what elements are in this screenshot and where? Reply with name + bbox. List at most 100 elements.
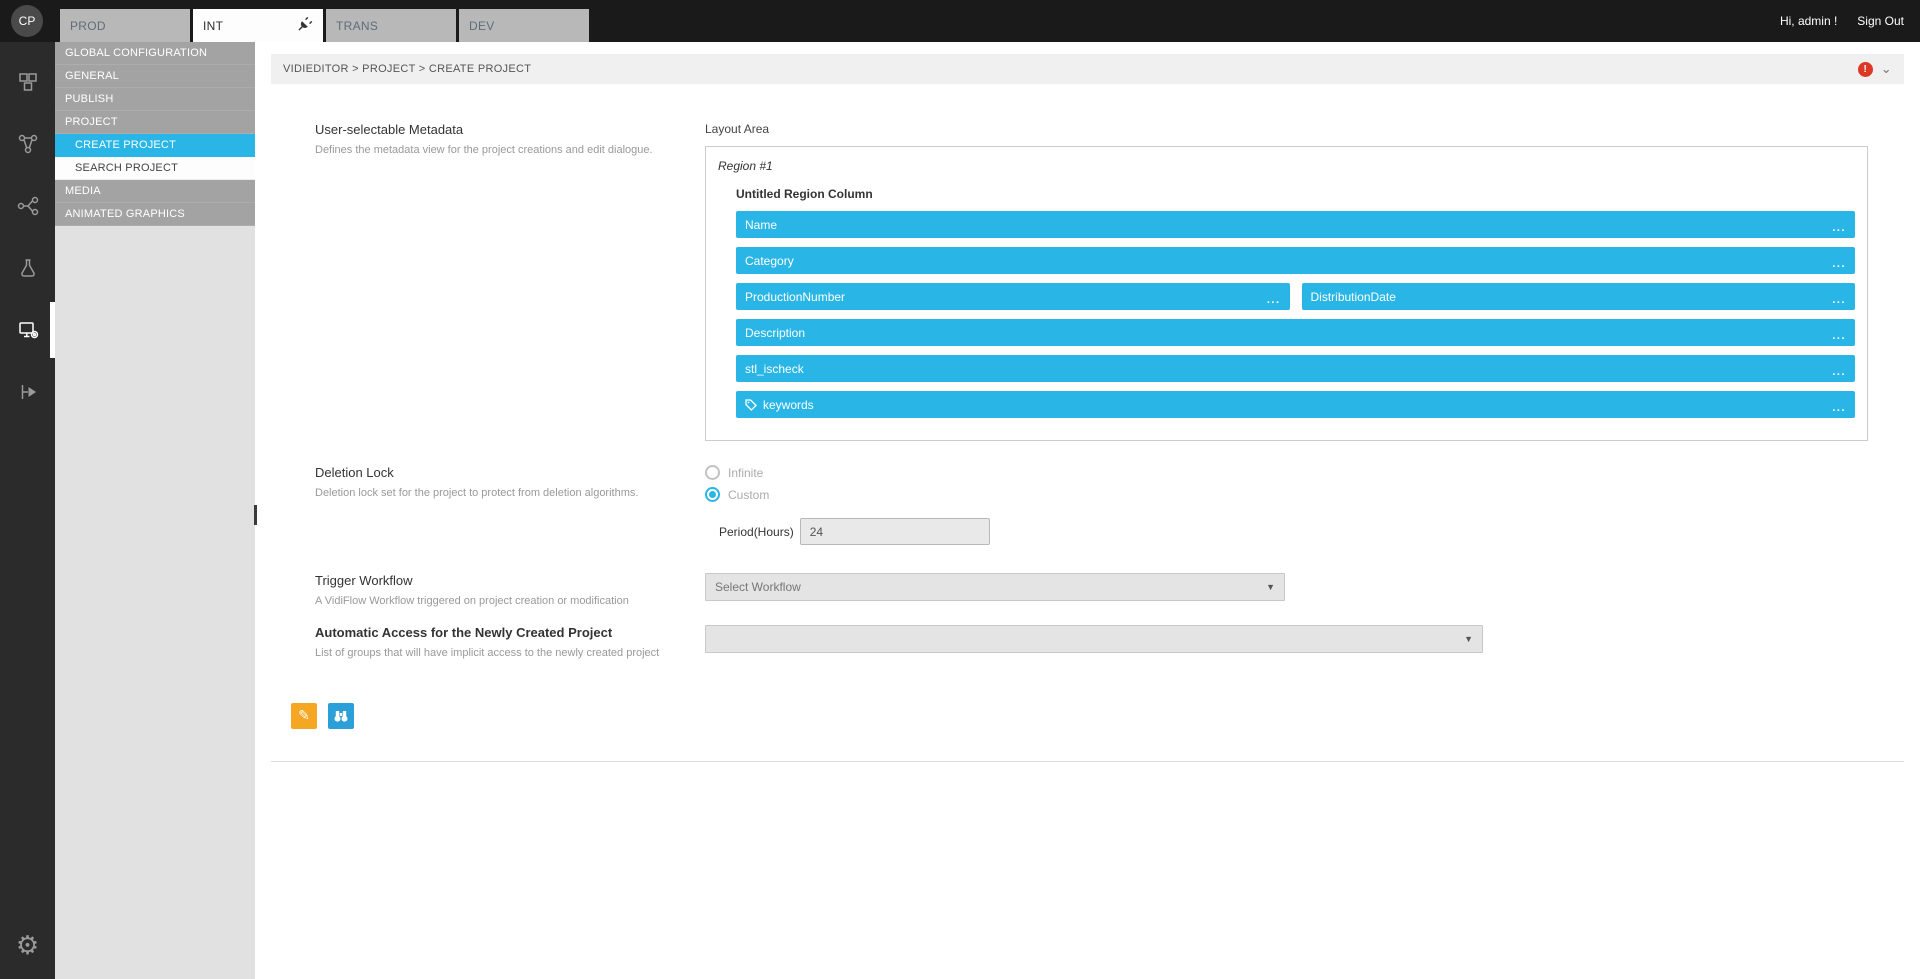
metadata-field-distribution-date[interactable]: DistributionDate ... [1302, 283, 1856, 310]
sidebar-item-project[interactable]: PROJECT [55, 111, 255, 134]
metadata-field-stl-ischeck[interactable]: stl_ischeck ... [736, 355, 1855, 382]
sidebar-item-animated-graphics[interactable]: ANIMATED GRAPHICS [55, 203, 255, 226]
radio-infinite[interactable]: Infinite [705, 465, 1868, 480]
field-more-icon[interactable]: ... [1832, 366, 1846, 378]
deletion-lock-options: Infinite Custom Period(Hours) [705, 465, 1868, 545]
preview-search-button[interactable] [328, 703, 354, 729]
user-greeting: Hi, admin ! [1780, 14, 1837, 28]
gear-glyph: ⚙ [16, 930, 39, 961]
sidebar-resize-handle[interactable] [254, 505, 257, 525]
player-icon[interactable] [0, 372, 55, 412]
error-indicator-icon[interactable]: ! [1858, 62, 1873, 77]
region-title: Region #1 [718, 159, 1855, 173]
main-content: VIDIEDITOR > PROJECT > CREATE PROJECT ! … [255, 42, 1920, 979]
deletion-lock-header: Deletion Lock Deletion lock set for the … [315, 465, 705, 545]
sign-out-link[interactable]: Sign Out [1857, 14, 1904, 28]
sidebar-item-create-project[interactable]: CREATE PROJECT [55, 134, 255, 157]
metadata-layout-area: Layout Area Region #1 Untitled Region Co… [705, 122, 1868, 441]
radio-custom-control[interactable] [705, 487, 720, 502]
trigger-workflow-control: Select Workflow ▼ [705, 573, 1868, 609]
sidebar-item-media[interactable]: MEDIA [55, 180, 255, 203]
app-logo[interactable]: CP [11, 5, 43, 37]
topbar: CP PROD INT TRANS DEV Hi, admin ! Sign O… [0, 0, 1920, 42]
field-label: Name [745, 218, 777, 232]
sidebar-item-label: GLOBAL CONFIGURATION [65, 47, 207, 59]
breadcrumb-actions: ! ⌄ [1858, 62, 1892, 77]
field-more-icon[interactable]: ... [1832, 330, 1846, 342]
metadata-field-keywords[interactable]: keywords ... [736, 391, 1855, 418]
section-title: Automatic Access for the Newly Created P… [315, 625, 669, 640]
field-more-icon[interactable]: ... [1832, 258, 1846, 270]
connections-icon[interactable] [0, 186, 55, 226]
workflow-icon[interactable] [0, 124, 55, 164]
tab-prod[interactable]: PROD [60, 9, 190, 42]
tab-trans-label: TRANS [336, 19, 378, 33]
configuration-sidebar: GLOBAL CONFIGURATION GENERAL PUBLISH PRO… [55, 42, 255, 979]
sidebar-item-search-project[interactable]: SEARCH PROJECT [55, 157, 255, 180]
tab-dev-label: DEV [469, 19, 495, 33]
modules-icon[interactable] [0, 62, 55, 102]
metadata-section-header: User-selectable Metadata Defines the met… [315, 122, 705, 441]
layout-region-box: Region #1 Untitled Region Column Name ..… [705, 146, 1868, 441]
chevron-down-icon[interactable]: ⌄ [1881, 64, 1892, 74]
auto-access-control: ▼ [705, 625, 1868, 661]
tag-icon [745, 399, 757, 411]
module-icon-rail: ⚙ [0, 42, 55, 979]
sidebar-item-publish[interactable]: PUBLISH [55, 88, 255, 111]
workflow-dropdown[interactable]: Select Workflow ▼ [705, 573, 1285, 601]
sidebar-item-label: PROJECT [65, 116, 118, 128]
period-row: Period(Hours) [719, 518, 1868, 545]
section-title: User-selectable Metadata [315, 122, 669, 137]
field-row: stl_ischeck ... [736, 355, 1855, 382]
section-description: Deletion lock set for the project to pro… [315, 486, 669, 501]
period-hours-input[interactable] [800, 518, 990, 545]
sidebar-item-global-configuration[interactable]: GLOBAL CONFIGURATION [55, 42, 255, 65]
workflow-dropdown-value: Select Workflow [715, 580, 801, 594]
sidebar-item-label: GENERAL [65, 70, 119, 82]
field-more-icon[interactable]: ... [1267, 294, 1281, 306]
form-actions: ✎ [291, 703, 1904, 729]
layout-area-label: Layout Area [705, 122, 1868, 136]
section-title: Trigger Workflow [315, 573, 669, 588]
field-more-icon[interactable]: ... [1832, 222, 1846, 234]
trigger-workflow-section: Trigger Workflow A VidiFlow Workflow tri… [315, 573, 1904, 609]
period-hours-label: Period(Hours) [719, 525, 794, 539]
field-label: ProductionNumber [745, 290, 845, 304]
metadata-field-description[interactable]: Description ... [736, 319, 1855, 346]
auto-access-header: Automatic Access for the Newly Created P… [315, 625, 705, 661]
section-description: List of groups that will have implicit a… [315, 646, 669, 661]
field-row: keywords ... [736, 391, 1855, 418]
edit-button[interactable]: ✎ [291, 703, 317, 729]
field-row: ProductionNumber ... DistributionDate ..… [736, 283, 1855, 310]
field-row: Category ... [736, 247, 1855, 274]
radio-custom[interactable]: Custom [705, 487, 1868, 502]
trigger-workflow-header: Trigger Workflow A VidiFlow Workflow tri… [315, 573, 705, 609]
binoculars-icon [333, 708, 349, 724]
settings-gear-icon[interactable]: ⚙ [0, 925, 55, 965]
environment-tabs: PROD INT TRANS DEV [60, 9, 589, 42]
editor-config-icon[interactable] [0, 310, 55, 350]
field-label: stl_ischeck [745, 362, 804, 376]
access-groups-dropdown[interactable]: ▼ [705, 625, 1483, 653]
field-more-icon[interactable]: ... [1832, 294, 1846, 306]
tab-int-label: INT [203, 19, 223, 33]
breadcrumb: VIDIEDITOR > PROJECT > CREATE PROJECT ! … [271, 54, 1904, 84]
radio-infinite-label: Infinite [728, 466, 763, 480]
sidebar-item-general[interactable]: GENERAL [55, 65, 255, 88]
breadcrumb-path: VIDIEDITOR > PROJECT > CREATE PROJECT [283, 63, 531, 75]
tab-int[interactable]: INT [193, 9, 323, 42]
metadata-fields: Name ... Category ... [736, 211, 1855, 418]
metadata-field-category[interactable]: Category ... [736, 247, 1855, 274]
field-row: Name ... [736, 211, 1855, 238]
sidebar-item-label: MEDIA [65, 185, 101, 197]
field-more-icon[interactable]: ... [1832, 402, 1846, 414]
plug-icon [297, 16, 313, 35]
field-label: keywords [763, 398, 814, 412]
analysis-flask-icon[interactable] [0, 248, 55, 288]
metadata-field-production-number[interactable]: ProductionNumber ... [736, 283, 1290, 310]
metadata-field-name[interactable]: Name ... [736, 211, 1855, 238]
radio-infinite-control[interactable] [705, 465, 720, 480]
tab-trans[interactable]: TRANS [326, 9, 456, 42]
tab-dev[interactable]: DEV [459, 9, 589, 42]
create-project-form: User-selectable Metadata Defines the met… [271, 84, 1904, 762]
